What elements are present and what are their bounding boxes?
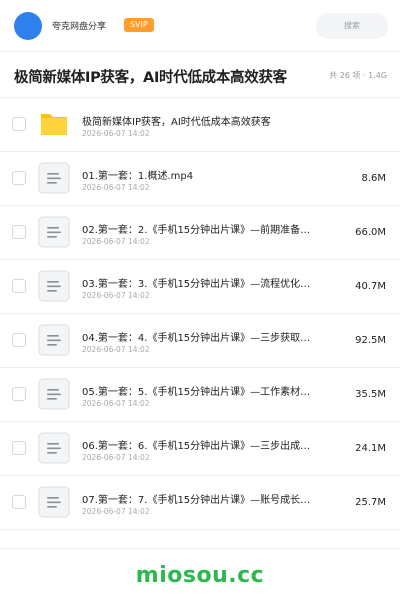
file-size: 25.7M [355, 497, 386, 508]
document-icon [38, 378, 70, 410]
file-date: 2026-06-07 14:02 [82, 345, 150, 354]
folder-icon [38, 108, 70, 140]
file-name: 06.第一套：6.《手机15分钟出片课》—三步出成… [82, 441, 311, 452]
brand-name: 夸克网盘分享 [52, 22, 107, 32]
select-checkbox[interactable] [12, 171, 26, 185]
search-input[interactable]: 搜索 [316, 13, 388, 39]
file-date: 2026-06-07 14:02 [82, 129, 150, 138]
select-checkbox[interactable] [12, 279, 26, 293]
file-row[interactable]: 07.第一套：7.《手机15分钟出片课》—账号成长… 2026-06-07 14:… [0, 476, 400, 530]
file-name: 07.第一套：7.《手机15分钟出片课》—账号成长… [82, 495, 311, 506]
file-date: 2026-06-07 14:02 [82, 399, 150, 408]
document-icon [38, 324, 70, 356]
svip-badge: SVIP [124, 18, 154, 32]
file-date: 2026-06-07 14:02 [82, 453, 150, 462]
select-checkbox[interactable] [12, 495, 26, 509]
select-checkbox[interactable] [12, 333, 26, 347]
file-row[interactable]: 03.第一套：3.《手机15分钟出片课》—流程优化… 2026-06-07 14:… [0, 260, 400, 314]
file-name: 01.第一套：1.概述.mp4 [82, 171, 194, 182]
document-icon [38, 270, 70, 302]
file-row[interactable]: 极简新媒体IP获客，AI时代低成本高效获客 2026-06-07 14:02 [0, 98, 400, 152]
file-date: 2026-06-07 14:02 [82, 507, 150, 516]
file-size: 92.5M [355, 335, 386, 346]
file-list: 极简新媒体IP获客，AI时代低成本高效获客 2026-06-07 14:02 01.… [0, 98, 400, 530]
select-checkbox[interactable] [12, 117, 26, 131]
file-date: 2026-06-07 14:02 [82, 237, 150, 246]
file-row[interactable]: 04.第一套：4.《手机15分钟出片课》—三步获取… 2026-06-07 14:… [0, 314, 400, 368]
file-size: 35.5M [355, 389, 386, 400]
page-title: 极简新媒体IP获客，AI时代低成本高效获客 [14, 70, 287, 86]
file-row[interactable]: 06.第一套：6.《手机15分钟出片课》—三步出成… 2026-06-07 14:… [0, 422, 400, 476]
file-name: 02.第一套：2.《手机15分钟出片课》—前期准备… [82, 225, 311, 236]
file-size: 24.1M [355, 443, 386, 454]
document-icon [38, 162, 70, 194]
footer: miosou.cc [0, 548, 400, 600]
watermark: miosou.cc [135, 563, 265, 588]
file-size: 8.6M [361, 173, 386, 184]
file-size: 66.0M [355, 227, 386, 238]
file-name: 03.第一套：3.《手机15分钟出片课》—流程优化… [82, 279, 311, 290]
file-date: 2026-06-07 14:02 [82, 183, 150, 192]
file-name: 04.第一套：4.《手机15分钟出片课》—三步获取… [82, 333, 311, 344]
top-bar: 夸克网盘分享 SVIP 搜索 [0, 0, 400, 52]
share-title-bar: 极简新媒体IP获客，AI时代低成本高效获客 共 26 项 · 1.4G [0, 52, 400, 98]
avatar[interactable] [14, 12, 42, 40]
file-row[interactable]: 01.第一套：1.概述.mp4 2026-06-07 14:02 8.6M [0, 152, 400, 206]
file-name: 05.第一套：5.《手机15分钟出片课》—工作素材… [82, 387, 311, 398]
file-size: 40.7M [355, 281, 386, 292]
select-checkbox[interactable] [12, 387, 26, 401]
select-checkbox[interactable] [12, 225, 26, 239]
file-date: 2026-06-07 14:02 [82, 291, 150, 300]
item-count: 共 26 项 · 1.4G [329, 71, 387, 80]
document-icon [38, 216, 70, 248]
select-checkbox[interactable] [12, 441, 26, 455]
file-row[interactable]: 02.第一套：2.《手机15分钟出片课》—前期准备… 2026-06-07 14:… [0, 206, 400, 260]
document-icon [38, 486, 70, 518]
document-icon [38, 432, 70, 464]
file-name: 极简新媒体IP获客，AI时代低成本高效获客 [82, 117, 271, 128]
file-row[interactable]: 05.第一套：5.《手机15分钟出片课》—工作素材… 2026-06-07 14:… [0, 368, 400, 422]
